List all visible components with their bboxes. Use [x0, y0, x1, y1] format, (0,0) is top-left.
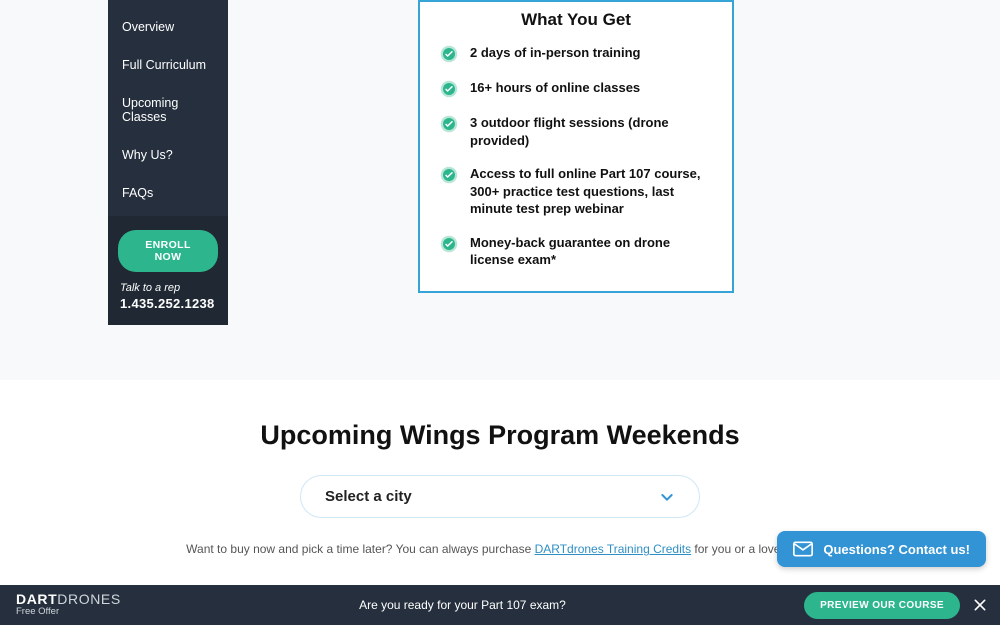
bottom-bar: DARTDRONES Free Offer Are you ready for …: [0, 585, 1000, 625]
enroll-button[interactable]: ENROLL NOW: [118, 230, 218, 272]
brand-wrap: DARTDRONES Free Offer: [16, 592, 121, 618]
talk-to-rep-label: Talk to a rep: [118, 282, 218, 294]
check-icon: [440, 80, 458, 98]
phone-number[interactable]: 1.435.252.1238: [118, 294, 218, 311]
wyg-item-text: 16+ hours of online classes: [470, 79, 640, 97]
check-icon: [440, 115, 458, 133]
what-you-get-title: What You Get: [440, 10, 712, 30]
check-icon: [440, 45, 458, 63]
wyg-item: Access to full online Part 107 course, 3…: [440, 165, 712, 218]
bar-right: PREVIEW OUR COURSE: [804, 592, 988, 619]
city-select-label: Select a city: [325, 488, 412, 505]
check-icon: [440, 235, 458, 253]
bar-question: Are you ready for your Part 107 exam?: [359, 598, 566, 612]
upcoming-sub-pre: Want to buy now and pick a time later? Y…: [186, 542, 534, 556]
chevron-down-icon: [659, 489, 675, 505]
sidebar-item-upcoming-classes[interactable]: Upcoming Classes: [108, 84, 228, 136]
sidebar-items: Overview Full Curriculum Upcoming Classe…: [108, 0, 228, 216]
close-icon[interactable]: [972, 597, 988, 613]
brand-light: DRONES: [57, 591, 121, 607]
wyg-item: Money-back guarantee on drone license ex…: [440, 234, 712, 269]
wyg-item-text: Access to full online Part 107 course, 3…: [470, 165, 712, 218]
preview-course-button[interactable]: PREVIEW OUR COURSE: [804, 592, 960, 619]
upcoming-section: Upcoming Wings Program Weekends Select a…: [0, 380, 1000, 619]
wyg-item-text: Money-back guarantee on drone license ex…: [470, 234, 712, 269]
upcoming-title: Upcoming Wings Program Weekends: [0, 420, 1000, 451]
sidebar-item-why-us[interactable]: Why Us?: [108, 136, 228, 174]
free-offer-label: Free Offer: [16, 607, 121, 617]
wyg-item: 3 outdoor flight sessions (drone provide…: [440, 114, 712, 149]
training-credits-link[interactable]: DARTdrones Training Credits: [535, 542, 692, 556]
sidebar-footer: ENROLL NOW Talk to a rep 1.435.252.1238: [108, 216, 228, 325]
sidebar-item-faqs[interactable]: FAQs: [108, 174, 228, 212]
check-icon: [440, 166, 458, 184]
wyg-item: 2 days of in-person training: [440, 44, 712, 63]
sidebar: Overview Full Curriculum Upcoming Classe…: [108, 0, 228, 325]
chat-button[interactable]: Questions? Contact us!: [777, 531, 986, 567]
wyg-item-text: 3 outdoor flight sessions (drone provide…: [470, 114, 712, 149]
sidebar-item-overview[interactable]: Overview: [108, 8, 228, 46]
brand-bold: DART: [16, 591, 57, 607]
wyg-item-text: 2 days of in-person training: [470, 44, 640, 62]
sidebar-item-full-curriculum[interactable]: Full Curriculum: [108, 46, 228, 84]
what-you-get-box: What You Get 2 days of in-person trainin…: [418, 0, 734, 293]
city-select[interactable]: Select a city: [300, 475, 700, 518]
chat-label: Questions? Contact us!: [823, 542, 970, 557]
mail-icon: [793, 541, 813, 557]
brand-logo: DARTDRONES: [16, 592, 121, 607]
wyg-item: 16+ hours of online classes: [440, 79, 712, 98]
